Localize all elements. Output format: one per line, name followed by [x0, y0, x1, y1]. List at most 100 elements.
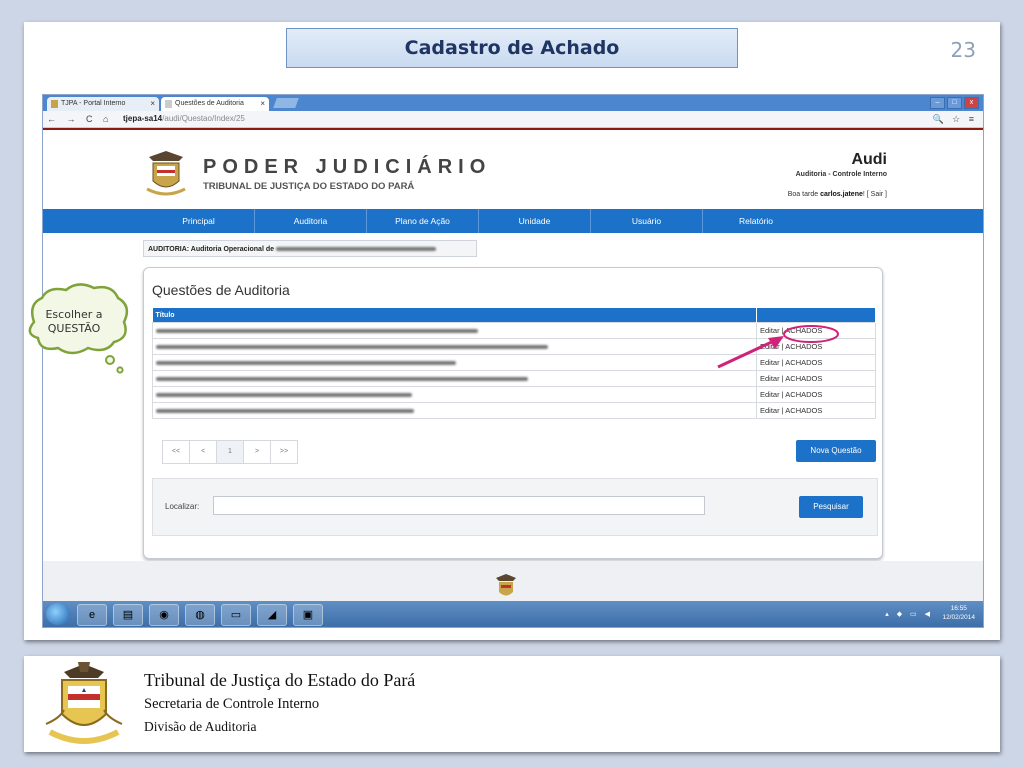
address-bar: ← → C ⌂ tjepa-sa14/audi/Questao/Index/25… — [43, 111, 983, 128]
file-explorer-icon[interactable]: ▤ — [113, 604, 143, 626]
menu-item-principal[interactable]: Principal — [143, 209, 255, 233]
menu-item-auditoria[interactable]: Auditoria — [255, 209, 367, 233]
redacted-text — [156, 393, 412, 398]
page-icon — [165, 100, 172, 108]
main-menu: Principal Auditoria Plano de Ação Unidad… — [43, 209, 983, 233]
menu-item-relatorio[interactable]: Relatório — [703, 209, 814, 233]
breadcrumb: AUDITORIA: Auditoria Operacional de — [143, 240, 477, 257]
row-actions-link[interactable]: Editar | ACHADOS — [756, 402, 876, 419]
redacted-text — [156, 345, 548, 350]
tjpa-crest-icon — [45, 662, 123, 744]
greeting-text: Boa tarde — [787, 191, 821, 198]
close-tab-icon[interactable]: × — [150, 97, 155, 111]
breadcrumb-label: AUDITORIA: Auditoria Operacional de — [148, 246, 275, 253]
close-tab-icon[interactable]: × — [260, 97, 265, 111]
table-row[interactable]: Editar | ACHADOS — [152, 402, 876, 419]
footer-emblem-icon — [496, 574, 516, 596]
powerpoint-icon[interactable]: ▣ — [293, 604, 323, 626]
close-window-icon[interactable]: x — [964, 97, 979, 109]
clock[interactable]: 16:55 12/02/2014 — [942, 604, 975, 622]
url-path: /audi/Questao/Index/25 — [162, 114, 245, 123]
pager-next-button[interactable]: > — [243, 440, 271, 464]
system-tray-icons[interactable]: ▴ ◆ ▭ ◀ — [885, 610, 933, 618]
org-title: PODER JUDICIÁRIO — [203, 156, 492, 178]
row-actions-link[interactable]: Editar | ACHADOS — [756, 386, 876, 403]
user-greeting: Boa tarde carlos.jatene! [ Sair ] — [788, 191, 887, 198]
footer-line-3: Divisão de Auditoria — [144, 719, 257, 734]
table-body: Editar | ACHADOS Editar | ACHADOS Editar |… — [152, 322, 876, 419]
pagination: << < 1 > >> — [162, 440, 298, 464]
tab-questoes-auditoria[interactable]: Questões de Auditoria × — [161, 97, 269, 111]
clock-time: 16:55 — [950, 605, 967, 612]
column-actions — [756, 308, 876, 323]
redacted-text — [275, 247, 436, 252]
media-player-icon[interactable]: ◉ — [149, 604, 179, 626]
row-actions-link[interactable]: Editar | ACHADOS — [756, 354, 876, 371]
table-row[interactable]: Editar | ACHADOS — [152, 354, 876, 371]
search-button[interactable]: Pesquisar — [799, 496, 863, 518]
header-divider — [43, 128, 983, 130]
tab-bar: TJPA - Portal Interno × Questões de Audi… — [43, 95, 983, 111]
app-name: Audi — [851, 151, 887, 168]
menu-item-plano-de-acao[interactable]: Plano de Ação — [367, 209, 479, 233]
table-row[interactable]: Editar | ACHADOS — [152, 370, 876, 387]
coat-of-arms-icon — [146, 151, 186, 196]
clock-date: 12/02/2014 — [942, 614, 975, 621]
question-title-cell — [152, 354, 757, 371]
pager-first-button[interactable]: << — [162, 440, 190, 464]
navigation-icons[interactable]: ← → C ⌂ — [47, 111, 112, 127]
questions-table: Título Editar | ACHADOS Editar | ACHADOS E… — [152, 308, 876, 419]
new-question-button[interactable]: Nova Questão — [796, 440, 876, 462]
slide-number: 23 — [950, 38, 976, 62]
new-tab-button[interactable] — [273, 98, 299, 108]
user-name: carlos.jatene — [820, 191, 863, 198]
pager-page-1[interactable]: 1 — [216, 440, 244, 464]
pager-last-button[interactable]: >> — [270, 440, 298, 464]
table-row[interactable]: Editar | ACHADOS — [152, 386, 876, 403]
row-actions-link[interactable]: Editar | ACHADOS — [756, 338, 876, 355]
internet-explorer-icon[interactable]: e — [77, 604, 107, 626]
question-title-cell — [152, 322, 757, 339]
callout-text: Escolher a QUESTÃO — [32, 308, 116, 336]
browser-window: TJPA - Portal Interno × Questões de Audi… — [42, 94, 984, 628]
redacted-text — [156, 409, 414, 414]
row-actions-link[interactable]: Editar | ACHADOS — [756, 322, 876, 339]
table-header-row: Título — [152, 308, 876, 323]
search-input[interactable] — [213, 496, 705, 515]
table-row[interactable]: Editar | ACHADOS — [152, 338, 876, 355]
redacted-text — [156, 377, 528, 382]
start-button[interactable] — [46, 603, 70, 625]
minimize-icon[interactable]: – — [930, 97, 945, 109]
redacted-text — [156, 329, 478, 334]
folder-icon[interactable]: ▭ — [221, 604, 251, 626]
tab-label: Questões de Auditoria — [175, 100, 244, 107]
question-title-cell — [152, 386, 757, 403]
question-title-cell — [152, 402, 757, 419]
slide-footer: Tribunal de Justiça do Estado do Pará Se… — [24, 656, 1000, 752]
column-title: Título — [152, 308, 757, 323]
footer-line-2: Secretaria de Controle Interno — [144, 696, 320, 712]
app-subtitle: Auditoria - Controle Interno — [795, 171, 887, 178]
chrome-icon[interactable]: ◍ — [185, 604, 215, 626]
maximize-icon[interactable]: □ — [947, 97, 962, 109]
questions-panel: Questões de Auditoria Título Editar | AC… — [143, 267, 883, 559]
browser-tools-icons[interactable]: 🔍 ☆ ≡ — [932, 111, 977, 127]
logout-link[interactable]: ! [ Sair ] — [863, 191, 887, 198]
panel-title: Questões de Auditoria — [152, 282, 290, 298]
table-row[interactable]: Editar | ACHADOS — [152, 322, 876, 339]
footer-line-1: Tribunal de Justiça do Estado do Pará — [144, 670, 416, 690]
url-field[interactable]: tjepa-sa14/audi/Questao/Index/25 — [123, 111, 245, 127]
question-title-cell — [152, 370, 757, 387]
menu-item-unidade[interactable]: Unidade — [479, 209, 591, 233]
slide-title: Cadastro de Achado — [286, 28, 738, 68]
slide: Cadastro de Achado 23 TJPA - Portal Inte… — [24, 22, 1000, 640]
app-icon[interactable]: ◢ — [257, 604, 287, 626]
row-actions-link[interactable]: Editar | ACHADOS — [756, 370, 876, 387]
search-section: Localizar: Pesquisar — [152, 478, 878, 536]
menu-item-usuario[interactable]: Usuário — [591, 209, 703, 233]
pager-prev-button[interactable]: < — [189, 440, 217, 464]
url-host: tjepa-sa14 — [123, 114, 163, 123]
callout-line-2: QUESTÃO — [47, 322, 101, 335]
tab-portal-interno[interactable]: TJPA - Portal Interno × — [47, 97, 159, 111]
redacted-text — [156, 361, 456, 366]
